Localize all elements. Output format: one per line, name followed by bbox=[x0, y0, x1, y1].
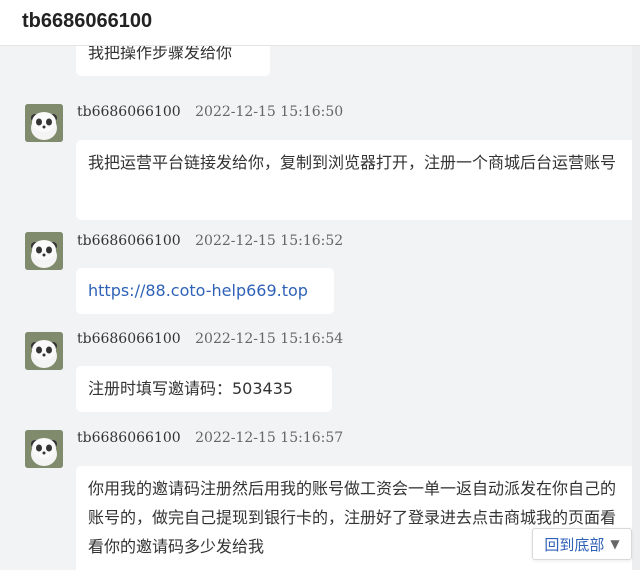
back-to-bottom-button[interactable]: 回到底部 ▼ bbox=[532, 528, 632, 560]
sender-name: tb6686066100 bbox=[77, 104, 181, 120]
message-bubble: 注册时填写邀请码：503435 bbox=[76, 366, 332, 412]
message-meta: tb6686066100 2022-12-15 15:16:54 bbox=[77, 331, 343, 347]
chevron-down-icon: ▼ bbox=[610, 537, 620, 551]
message-text: 我把操作步骤发给你 bbox=[88, 46, 233, 62]
message-bubble: 我把操作步骤发给你 bbox=[76, 46, 270, 76]
sender-name: tb6686066100 bbox=[77, 233, 181, 249]
back-to-bottom-label: 回到底部 bbox=[544, 535, 605, 554]
chat-header: tb6686066100 bbox=[0, 0, 640, 46]
message-text: 注册时填写邀请码：503435 bbox=[88, 379, 294, 398]
message-text: 我把运营平台链接发给你，复制到浏览器打开，注册一个商城后台运营账号 bbox=[88, 153, 617, 172]
sender-name: tb6686066100 bbox=[77, 430, 181, 446]
sender-name: tb6686066100 bbox=[77, 331, 181, 347]
message-text[interactable]: https://88.coto-help669.top bbox=[88, 281, 308, 300]
message-bubble: 我把运营平台链接发给你，复制到浏览器打开，注册一个商城后台运营账号 bbox=[76, 140, 638, 220]
avatar[interactable] bbox=[25, 430, 63, 468]
panda-avatar-icon bbox=[25, 232, 63, 270]
message-list[interactable]: 我把操作步骤发给你 tb6686066100 2022-12-15 15:16:… bbox=[0, 46, 640, 570]
message-time: 2022-12-15 15:16:57 bbox=[195, 430, 344, 446]
panda-avatar-icon bbox=[25, 430, 63, 468]
message-meta: tb6686066100 2022-12-15 15:16:57 bbox=[77, 430, 343, 446]
avatar[interactable] bbox=[25, 232, 63, 270]
message-meta: tb6686066100 2022-12-15 15:16:50 bbox=[77, 104, 343, 120]
chat-title: tb6686066100 bbox=[22, 10, 153, 32]
message-time: 2022-12-15 15:16:54 bbox=[195, 331, 344, 347]
avatar[interactable] bbox=[25, 332, 63, 370]
panda-avatar-icon bbox=[25, 332, 63, 370]
avatar[interactable] bbox=[25, 104, 63, 142]
scrollbar[interactable] bbox=[632, 46, 640, 570]
message-meta: tb6686066100 2022-12-15 15:16:52 bbox=[77, 233, 343, 249]
message-time: 2022-12-15 15:16:50 bbox=[195, 104, 344, 120]
message-link[interactable]: https://88.coto-help669.top bbox=[76, 268, 334, 314]
panda-avatar-icon bbox=[25, 104, 63, 142]
message-time: 2022-12-15 15:16:52 bbox=[195, 233, 344, 249]
